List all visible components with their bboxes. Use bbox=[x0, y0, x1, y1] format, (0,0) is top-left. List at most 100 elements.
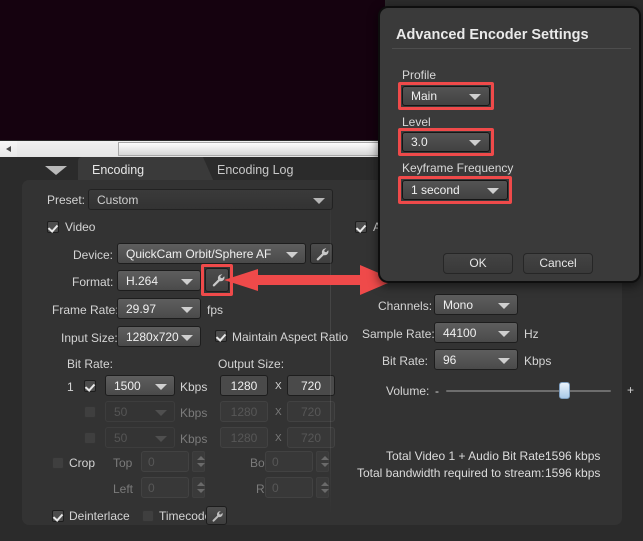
cancel-button[interactable]: Cancel bbox=[523, 253, 593, 274]
annotation-highlight-level bbox=[398, 128, 494, 156]
output-size-x-1: X bbox=[275, 381, 282, 392]
sample-rate-select[interactable]: 44100 bbox=[434, 322, 518, 343]
crop-left-label: Left bbox=[113, 482, 134, 496]
output-width-3[interactable]: 1280 bbox=[220, 427, 268, 448]
horizontal-scrollbar[interactable] bbox=[0, 140, 385, 157]
frame-rate-label: Frame Rate: bbox=[52, 303, 119, 317]
chevron-down-icon bbox=[498, 303, 510, 309]
bitrate-row-1-unit: Kbps bbox=[180, 380, 208, 394]
output-height-3[interactable]: 720 bbox=[287, 427, 335, 448]
channels-label: Channels: bbox=[378, 299, 433, 313]
crop-left-input[interactable]: 0 bbox=[141, 477, 189, 498]
tab-encoding-log[interactable]: Encoding Log bbox=[203, 157, 313, 182]
bitrate-row-2-select[interactable]: 50 bbox=[105, 401, 175, 422]
device-select[interactable]: QuickCam Orbit/Sphere AF bbox=[117, 243, 306, 264]
crop-bottom-stepper[interactable] bbox=[316, 451, 329, 472]
device-label: Device: bbox=[73, 248, 114, 262]
output-size-x-2: X bbox=[275, 407, 282, 418]
output-size-header: Output Size: bbox=[218, 357, 285, 371]
chevron-down-icon bbox=[181, 335, 193, 341]
dialog-title-divider bbox=[392, 48, 631, 49]
crop-top-input[interactable]: 0 bbox=[141, 451, 189, 472]
output-width-2[interactable]: 1280 bbox=[220, 401, 268, 422]
wrench-glyph bbox=[316, 248, 329, 261]
bit-rate-header: Bit Rate: bbox=[67, 357, 114, 371]
bitrate-row-2-checkbox[interactable] bbox=[84, 406, 96, 418]
audio-checkbox[interactable] bbox=[355, 221, 367, 233]
tab-encoding-options[interactable]: Encoding Options bbox=[78, 157, 214, 203]
bitrate-row-1-select[interactable]: 1500 bbox=[105, 375, 175, 396]
fps-unit-label: fps bbox=[207, 303, 224, 317]
timecode-label: Timecode bbox=[159, 509, 212, 523]
frame-rate-select[interactable]: 29.97 bbox=[117, 298, 201, 319]
chevron-down-icon bbox=[155, 410, 167, 416]
volume-slider-track[interactable] bbox=[446, 390, 611, 392]
volume-label: Volume: bbox=[386, 384, 430, 398]
volume-max-label: + bbox=[627, 383, 635, 397]
audio-bit-rate-label: Bit Rate: bbox=[382, 354, 429, 368]
annotation-arrow bbox=[224, 264, 396, 296]
chevron-down-icon[interactable] bbox=[45, 166, 67, 175]
deinterlace-checkbox[interactable] bbox=[52, 510, 64, 522]
output-size-x-3: X bbox=[275, 433, 282, 444]
total-video-audio-value: 1596 kbps bbox=[545, 449, 601, 463]
deinterlace-label: Deinterlace bbox=[69, 509, 130, 523]
audio-bit-rate-select[interactable]: 96 bbox=[434, 349, 518, 370]
output-height-2[interactable]: 720 bbox=[287, 401, 335, 422]
crop-top-label: Top bbox=[113, 456, 133, 470]
chevron-down-icon bbox=[498, 358, 510, 364]
bitrate-row-3-checkbox[interactable] bbox=[84, 432, 96, 444]
crop-checkbox[interactable] bbox=[52, 457, 64, 469]
chevron-down-icon bbox=[286, 252, 298, 258]
advanced-encoder-settings-dialog: Advanced Encoder Settings Profile Main L… bbox=[378, 6, 641, 283]
preset-label: Preset: bbox=[47, 193, 86, 207]
scroll-left-arrow-icon[interactable] bbox=[0, 141, 17, 157]
sample-rate-label: Sample Rate: bbox=[362, 327, 435, 341]
bitrate-row-2-unit: Kbps bbox=[180, 406, 208, 420]
dialog-title: Advanced Encoder Settings bbox=[396, 27, 589, 43]
preset-select[interactable]: Custom bbox=[88, 189, 333, 210]
annotation-highlight-profile bbox=[398, 82, 494, 110]
timecode-settings-wrench-icon[interactable] bbox=[206, 506, 227, 525]
volume-slider-thumb[interactable] bbox=[559, 382, 571, 399]
video-preview bbox=[0, 0, 385, 140]
input-size-select[interactable]: 1280x720 bbox=[117, 326, 201, 347]
audio-kbps-unit-label: Kbps bbox=[524, 354, 552, 368]
crop-left-stepper[interactable] bbox=[192, 477, 205, 498]
keyframe-frequency-label: Keyframe Frequency bbox=[402, 161, 514, 175]
video-label: Video bbox=[65, 220, 96, 234]
bitrate-row-3-select[interactable]: 50 bbox=[105, 427, 175, 448]
crop-label: Crop bbox=[69, 456, 96, 470]
chevron-down-icon bbox=[498, 331, 510, 337]
video-checkbox[interactable] bbox=[47, 221, 59, 233]
bitrate-row-1-checkbox[interactable] bbox=[84, 380, 96, 392]
format-label: Format: bbox=[72, 275, 114, 289]
chevron-down-icon bbox=[155, 436, 167, 442]
maintain-aspect-ratio-checkbox[interactable] bbox=[215, 330, 227, 342]
chevron-down-icon bbox=[313, 198, 325, 204]
output-width-1[interactable]: 1280 bbox=[220, 375, 268, 396]
total-video-audio-label: Total Video 1 + Audio Bit Rate: bbox=[386, 449, 549, 463]
crop-right-input[interactable]: 0 bbox=[265, 477, 313, 498]
crop-right-stepper[interactable] bbox=[316, 477, 329, 498]
crop-bottom-input[interactable]: 0 bbox=[265, 451, 313, 472]
chevron-down-icon bbox=[181, 307, 193, 313]
total-bandwidth-label: Total bandwidth required to stream: bbox=[357, 466, 545, 480]
volume-min-label: - bbox=[435, 384, 439, 398]
ok-button[interactable]: OK bbox=[443, 253, 513, 274]
arrow-right-icon bbox=[224, 265, 395, 295]
profile-label: Profile bbox=[402, 68, 437, 82]
wrench-glyph bbox=[212, 510, 223, 522]
scrollbar-thumb[interactable] bbox=[118, 142, 384, 156]
bitrate-row-3-unit: Kbps bbox=[180, 432, 208, 446]
chevron-down-icon bbox=[155, 384, 167, 390]
timecode-checkbox[interactable] bbox=[142, 510, 154, 522]
output-height-1[interactable]: 720 bbox=[287, 375, 335, 396]
bitrate-row-index: 1 bbox=[67, 380, 74, 394]
total-bandwidth-value: 1596 kbps bbox=[545, 466, 601, 480]
crop-top-stepper[interactable] bbox=[192, 451, 205, 472]
format-select[interactable]: H.264 bbox=[117, 270, 201, 291]
channels-select[interactable]: Mono bbox=[434, 294, 518, 315]
input-size-label: Input Size: bbox=[61, 331, 118, 345]
annotation-highlight-keyframe bbox=[398, 176, 512, 204]
